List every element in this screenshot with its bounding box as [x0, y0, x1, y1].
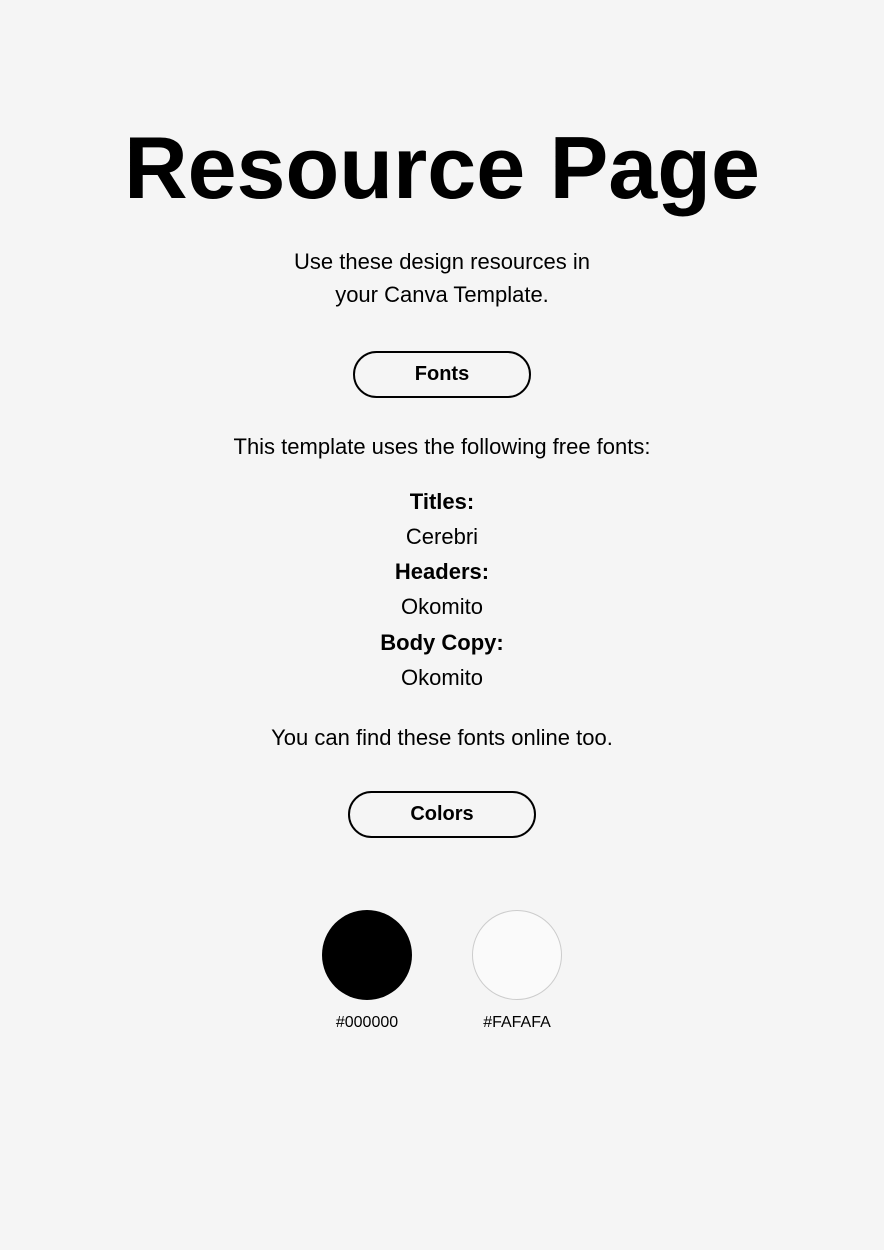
page-title: Resource Page — [124, 120, 760, 217]
page-subtitle: Use these design resources in your Canva… — [294, 245, 590, 311]
font-find-text: You can find these fonts online too. — [271, 725, 613, 751]
color-swatches: #000000 #FAFAFA — [322, 910, 562, 1032]
titles-label: Titles: — [380, 484, 503, 519]
font-list: Titles: Cerebri Headers: Okomito Body Co… — [380, 484, 503, 695]
body-copy-value: Okomito — [380, 660, 503, 695]
headers-value: Okomito — [380, 589, 503, 624]
headers-label: Headers: — [380, 554, 503, 589]
color-label-black: #000000 — [336, 1014, 398, 1032]
color-label-white: #FAFAFA — [483, 1014, 551, 1032]
colors-badge: Colors — [348, 791, 535, 838]
colors-section: Colors #000000 #FAFAFA — [40, 791, 844, 1032]
color-swatch-black: #000000 — [322, 910, 412, 1032]
color-swatch-white: #FAFAFA — [472, 910, 562, 1032]
body-copy-label: Body Copy: — [380, 625, 503, 660]
titles-value: Cerebri — [380, 519, 503, 554]
color-circle-white — [472, 910, 562, 1000]
color-circle-black — [322, 910, 412, 1000]
fonts-description: This template uses the following free fo… — [234, 434, 651, 460]
fonts-badge: Fonts — [353, 351, 531, 398]
